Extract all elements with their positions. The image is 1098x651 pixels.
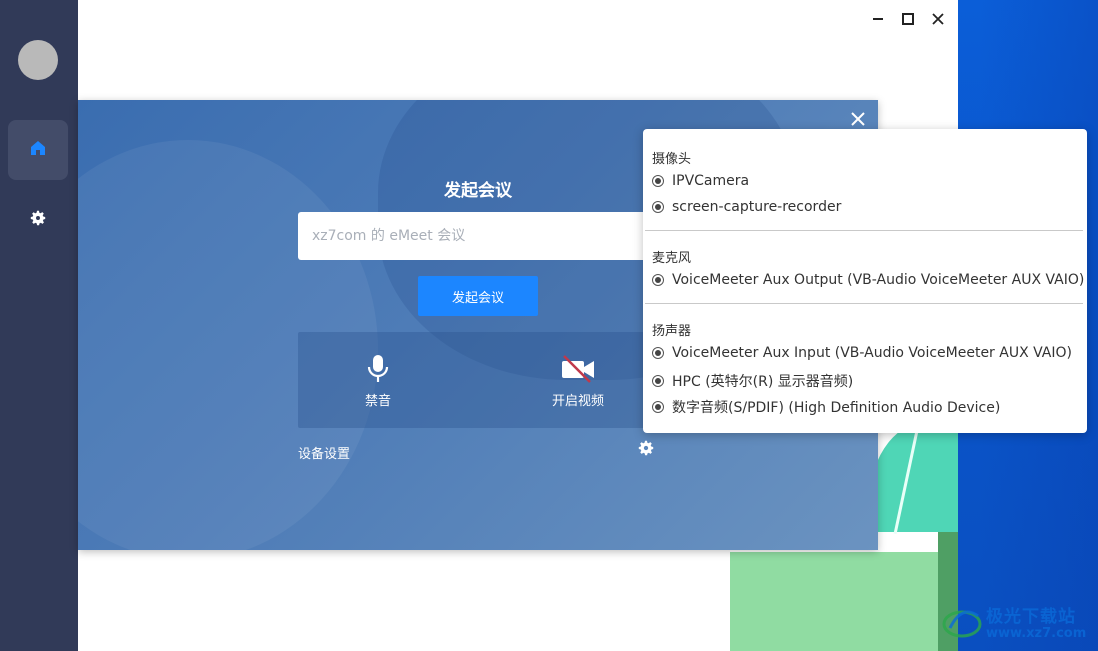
- microphone-icon: [328, 354, 428, 384]
- minimize-icon: [872, 10, 884, 29]
- gear-icon: [637, 440, 655, 461]
- radio-icon: [652, 201, 664, 213]
- watermark-text: 极光下载站: [986, 607, 1076, 627]
- device-settings-label: 设备设置: [298, 447, 351, 462]
- radio-icon: [652, 375, 664, 387]
- close-icon: [932, 10, 944, 29]
- sidebar-item-home[interactable]: [8, 120, 68, 180]
- close-icon: [851, 111, 865, 130]
- camera-option[interactable]: screen-capture-recorder: [652, 199, 841, 215]
- sidebar-item-settings[interactable]: [28, 210, 48, 230]
- dialog-close-button[interactable]: [850, 111, 866, 130]
- speaker-option[interactable]: VoiceMeeter Aux Input (VB-Audio VoiceMee…: [652, 345, 1072, 361]
- microphone-option[interactable]: VoiceMeeter Aux Output (VB-Audio VoiceMe…: [652, 272, 1084, 288]
- option-label: screen-capture-recorder: [672, 199, 842, 215]
- device-settings-button[interactable]: [637, 439, 655, 457]
- mute-button[interactable]: 禁音: [328, 354, 428, 409]
- meeting-name-input[interactable]: [298, 212, 698, 260]
- option-label: VoiceMeeter Aux Output (VB-Audio VoiceMe…: [672, 272, 1085, 288]
- media-control-panel: 禁音 开启视频: [298, 332, 698, 428]
- mute-label: 禁音: [364, 394, 391, 409]
- option-label: IPVCamera: [672, 173, 750, 189]
- speaker-option[interactable]: 数字音频(S/PDIF) (High Definition Audio Devi…: [652, 397, 1000, 417]
- radio-icon: [652, 401, 664, 413]
- camera-section-title: 摄像头: [652, 152, 692, 167]
- speaker-option[interactable]: HPC (英特尔(R) 显示器音频): [652, 371, 853, 391]
- gear-icon: [29, 209, 47, 231]
- device-selection-menu: 摄像头 IPVCamera screen-capture-recorder 麦克…: [643, 129, 1087, 433]
- option-label: VoiceMeeter Aux Input (VB-Audio VoiceMee…: [672, 345, 1072, 361]
- watermark-url: www.xz7.com: [986, 626, 1087, 641]
- speaker-section-title: 扬声器: [652, 324, 692, 339]
- sidebar: [0, 0, 78, 651]
- radio-icon: [652, 347, 664, 359]
- divider: [645, 303, 1083, 304]
- video-label: 开启视频: [551, 394, 604, 409]
- close-window-button[interactable]: [930, 8, 946, 30]
- microphone-section-title: 麦克风: [652, 251, 692, 266]
- maximize-button[interactable]: [900, 8, 916, 30]
- watermark-icon: [942, 610, 982, 638]
- video-off-icon: [528, 354, 628, 384]
- radio-icon: [652, 274, 664, 286]
- maximize-icon: [902, 10, 914, 29]
- home-icon: [29, 139, 47, 161]
- camera-option[interactable]: IPVCamera: [652, 173, 749, 189]
- dialog-title: 发起会议: [444, 181, 512, 201]
- divider: [645, 230, 1083, 231]
- decorative-square: [730, 552, 938, 651]
- window-controls: [870, 8, 946, 30]
- minimize-button[interactable]: [870, 8, 886, 30]
- start-meeting-button[interactable]: 发起会议: [418, 276, 538, 316]
- video-toggle-button[interactable]: 开启视频: [528, 354, 628, 409]
- radio-icon: [652, 175, 664, 187]
- avatar[interactable]: [18, 40, 58, 80]
- option-label: 数字音频(S/PDIF) (High Definition Audio Devi…: [672, 400, 1001, 416]
- option-label: HPC (英特尔(R) 显示器音频): [672, 374, 854, 390]
